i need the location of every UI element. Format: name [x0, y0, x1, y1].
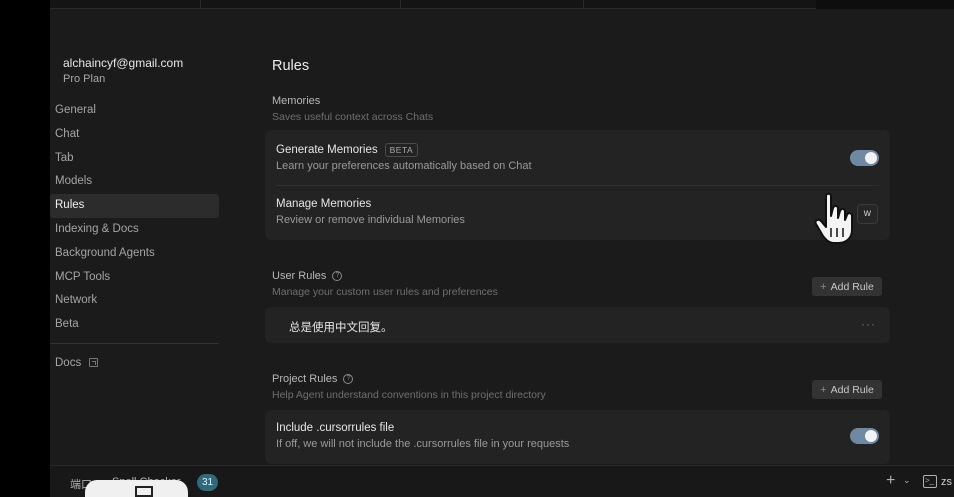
nav-item-indexing-docs[interactable]: Indexing & Docs	[50, 218, 219, 242]
plus-icon: +	[820, 280, 827, 293]
overlay-thumbnail	[85, 480, 188, 497]
generate-memories-toggle[interactable]	[850, 150, 879, 166]
top-right-area	[816, 0, 954, 9]
add-project-rule-label: Add Rule	[830, 383, 874, 396]
memories-card: Generate Memories BETA Learn your prefer…	[265, 130, 890, 240]
nav-item-network[interactable]: Network	[50, 289, 219, 313]
settings-panel: alchaincyf@gmail.com Pro Plan General Ch…	[50, 9, 954, 465]
cursorrules-toggle[interactable]	[850, 428, 879, 444]
manage-memories-description: Review or remove individual Memories	[276, 214, 465, 226]
user-rules-title-text: User Rules	[272, 270, 327, 282]
toggle-knob	[865, 152, 877, 164]
settings-nav: General Chat Tab Models Rules Indexing &…	[50, 99, 219, 374]
manage-memories-row: Manage Memories Review or remove individ…	[265, 186, 890, 240]
user-rules-section-title: User Rules ?	[272, 270, 343, 282]
nav-item-chat[interactable]: Chat	[50, 123, 219, 147]
nav-item-models[interactable]: Models	[50, 170, 219, 194]
external-link-icon	[89, 358, 99, 368]
manage-memories-title: Manage Memories	[276, 198, 372, 210]
terminal-icon[interactable]: >_	[923, 475, 937, 488]
tab-divider	[200, 0, 201, 9]
add-project-rule-button[interactable]: + Add Rule	[812, 380, 882, 399]
help-icon[interactable]: ?	[332, 271, 343, 281]
new-terminal-icon[interactable]: +	[886, 472, 895, 490]
user-rules-description: Manage your custom user rules and prefer…	[272, 286, 498, 298]
chevron-down-icon[interactable]: ⌄	[903, 475, 911, 486]
page-title: Rules	[272, 58, 310, 74]
plus-icon: +	[820, 383, 827, 396]
hand-cursor-icon	[814, 192, 853, 244]
cursorrules-title: Include .cursorrules file	[276, 422, 395, 434]
left-edge	[0, 0, 50, 497]
generate-memories-title: Generate Memories BETA	[276, 143, 419, 157]
tab-divider	[583, 0, 584, 9]
nav-item-general[interactable]: General	[50, 99, 219, 123]
cursorrules-description: If off, we will not include the .cursorr…	[276, 438, 570, 450]
help-icon[interactable]: ?	[343, 374, 354, 384]
editor-tab-bar	[50, 0, 816, 9]
project-rules-description: Help Agent understand conventions in thi…	[272, 389, 546, 401]
nav-item-beta[interactable]: Beta	[50, 313, 219, 337]
nav-item-background-agents[interactable]: Background Agents	[50, 242, 219, 266]
more-options-icon[interactable]: ···	[861, 317, 876, 331]
cursorrules-card: Include .cursorrules file If off, we wil…	[265, 410, 890, 464]
nav-docs-label: Docs	[55, 356, 82, 369]
toggle-knob	[865, 430, 877, 442]
generate-memories-label: Generate Memories	[276, 144, 378, 156]
generate-memories-description: Learn your preferences automatically bas…	[276, 160, 532, 172]
nav-divider	[50, 342, 219, 344]
user-rule-card[interactable]: 总是使用中文回复。 ···	[265, 307, 890, 343]
tab-divider	[400, 0, 401, 9]
nav-item-tab[interactable]: Tab	[50, 147, 219, 171]
nav-item-rules[interactable]: Rules	[50, 194, 219, 218]
memories-section-title: Memories	[272, 95, 320, 107]
project-rules-title-text: Project Rules	[272, 373, 338, 385]
account-email: alchaincyf@gmail.com	[63, 56, 184, 70]
account-plan: Pro Plan	[63, 73, 106, 85]
generate-memories-row: Generate Memories BETA Learn your prefer…	[265, 130, 890, 185]
thumbnail-glyph-icon	[135, 486, 153, 497]
beta-badge: BETA	[384, 143, 419, 157]
memories-title-text: Memories	[272, 95, 321, 107]
user-rule-text: 总是使用中文回复。	[289, 322, 393, 334]
terminal-label[interactable]: zs	[941, 476, 952, 488]
nav-item-docs[interactable]: Docs	[50, 352, 219, 374]
memories-section-description: Saves useful context across Chats	[272, 111, 434, 123]
add-user-rule-button[interactable]: + Add Rule	[812, 277, 882, 296]
nav-item-mcp-tools[interactable]: MCP Tools	[50, 266, 219, 290]
problem-count-badge: 31	[197, 474, 219, 491]
project-rules-section-title: Project Rules ?	[272, 373, 354, 385]
add-user-rule-label: Add Rule	[830, 280, 874, 293]
